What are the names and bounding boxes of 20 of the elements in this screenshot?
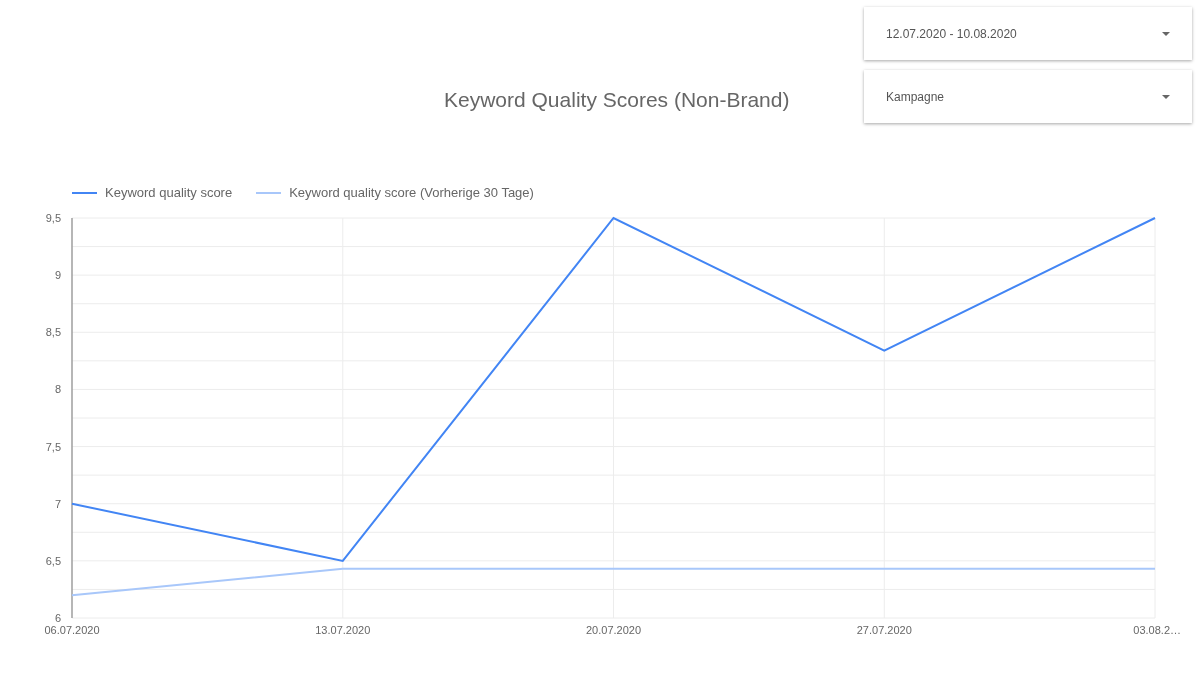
x-tick-label: 27.07.2020 (856, 624, 912, 636)
y-tick-label: 6,5 (45, 554, 61, 567)
filter-dropdown[interactable]: 12.07.2020 - 10.08.2020 (864, 7, 1192, 60)
x-tick-label: 20.07.2020 (585, 624, 642, 636)
x-tick-label: 03.08.2… (1133, 624, 1181, 636)
caret-icon (1162, 31, 1170, 36)
legend-label: Keyword quality score (Vorherige 30 Tage) (289, 183, 534, 202)
x-tick-label: 06.07.2020 (44, 624, 100, 636)
y-tick-label: 8,5 (45, 326, 61, 339)
y-tick-label: 9,5 (45, 212, 61, 224)
caret-icon (1162, 94, 1170, 99)
x-tick-label: 13.07.2020 (315, 624, 371, 636)
y-tick-label: 7,5 (45, 440, 61, 453)
chart-title: Keyword Quality Scores (Non-Brand) (443, 87, 790, 113)
filter-dropdown[interactable]: Kampagne (864, 70, 1192, 123)
y-tick-label: 6 (54, 612, 61, 624)
y-tick-label: 7 (54, 497, 61, 510)
legend-label: Keyword quality score (105, 183, 233, 202)
y-tick-label: 8 (54, 383, 61, 396)
y-tick-label: 9 (54, 269, 61, 282)
